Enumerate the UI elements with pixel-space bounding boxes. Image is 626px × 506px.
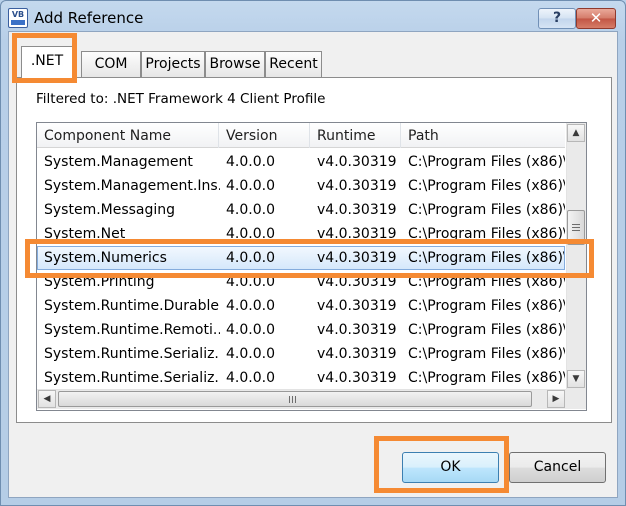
cell-runtime: v4.0.30319 bbox=[317, 298, 397, 314]
list-row[interactable]: System.Runtime.Serializ... 4.0.0.0 v4.0.… bbox=[37, 366, 565, 390]
cell-path: C:\Program Files (x86)\R bbox=[408, 370, 565, 386]
close-button[interactable]: ✕ bbox=[576, 8, 616, 29]
cell-runtime: v4.0.30319 bbox=[317, 346, 397, 362]
column-header-runtime[interactable]: Runtime bbox=[310, 123, 401, 148]
cancel-button[interactable]: Cancel bbox=[509, 452, 606, 483]
horizontal-scroll-thumb[interactable] bbox=[58, 391, 532, 407]
highlight-selected-row bbox=[25, 239, 594, 278]
list-row[interactable]: System.Messaging 4.0.0.0 v4.0.30319 C:\P… bbox=[37, 198, 565, 222]
cell-component-name: System.Management.Ins... bbox=[44, 178, 220, 194]
scroll-down-icon[interactable]: ▼ bbox=[567, 370, 585, 388]
cell-path: C:\Program Files (x86)\R bbox=[408, 346, 565, 362]
column-header-version[interactable]: Version bbox=[219, 123, 310, 148]
list-row[interactable]: System.Runtime.Remoti... 4.0.0.0 v4.0.30… bbox=[37, 318, 565, 342]
cell-path: C:\Program Files (x86)\R bbox=[408, 322, 565, 338]
cell-runtime: v4.0.30319 bbox=[317, 178, 397, 194]
scroll-left-icon[interactable]: ◀ bbox=[38, 390, 56, 408]
column-header-component-name[interactable]: Component Name bbox=[37, 123, 219, 148]
cell-runtime: v4.0.30319 bbox=[317, 322, 397, 338]
cell-version: 4.0.0.0 bbox=[226, 322, 275, 338]
cell-version: 4.0.0.0 bbox=[226, 346, 275, 362]
list-header: Component Name Version Runtime Path bbox=[37, 123, 565, 148]
cell-path: C:\Program Files (x86)\R bbox=[408, 178, 565, 194]
cell-runtime: v4.0.30319 bbox=[317, 370, 397, 386]
app-icon-text: VB bbox=[11, 10, 25, 19]
cell-component-name: System.Runtime.Remoti... bbox=[44, 322, 220, 338]
tab-projects[interactable]: Projects bbox=[141, 51, 205, 77]
cell-version: 4.0.0.0 bbox=[226, 298, 275, 314]
cell-component-name: System.Messaging bbox=[44, 202, 176, 218]
cell-path: C:\Program Files (x86)\R bbox=[408, 202, 565, 218]
tab-recent[interactable]: Recent bbox=[265, 51, 322, 77]
scroll-right-icon[interactable]: ▶ bbox=[547, 390, 565, 408]
cell-runtime: v4.0.30319 bbox=[317, 154, 397, 170]
column-header-path[interactable]: Path bbox=[401, 123, 565, 148]
cell-version: 4.0.0.0 bbox=[226, 154, 275, 170]
cell-version: 4.0.0.0 bbox=[226, 370, 275, 386]
window-title: Add Reference bbox=[34, 9, 144, 27]
list-row[interactable]: System.Runtime.Serializ... 4.0.0.0 v4.0.… bbox=[37, 342, 565, 366]
tab-com[interactable]: COM bbox=[81, 51, 141, 77]
list-row[interactable]: System.Runtime.Durable... 4.0.0.0 v4.0.3… bbox=[37, 294, 565, 318]
cell-component-name: System.Runtime.Serializ... bbox=[44, 346, 220, 362]
cell-runtime: v4.0.30319 bbox=[317, 202, 397, 218]
cell-component-name: System.Runtime.Durable... bbox=[44, 298, 220, 314]
help-button[interactable]: ? bbox=[538, 8, 576, 29]
scrollbar-corner bbox=[566, 389, 586, 409]
tab-browse[interactable]: Browse bbox=[205, 51, 265, 77]
cell-component-name: System.Runtime.Serializ... bbox=[44, 370, 220, 386]
cell-version: 4.0.0.0 bbox=[226, 178, 275, 194]
cell-path: C:\Program Files (x86)\R bbox=[408, 298, 565, 314]
cell-component-name: System.Management bbox=[44, 154, 193, 170]
scroll-up-icon[interactable]: ▲ bbox=[567, 124, 585, 142]
highlight-net-tab bbox=[12, 33, 77, 83]
highlight-ok-button bbox=[374, 436, 509, 493]
cell-version: 4.0.0.0 bbox=[226, 202, 275, 218]
app-icon: VB bbox=[8, 8, 28, 28]
cell-path: C:\Program Files (x86)\R bbox=[408, 154, 565, 170]
filter-label: Filtered to: .NET Framework 4 Client Pro… bbox=[36, 91, 326, 107]
list-row[interactable]: System.Management 4.0.0.0 v4.0.30319 C:\… bbox=[37, 150, 565, 174]
list-row[interactable]: System.Management.Ins... 4.0.0.0 v4.0.30… bbox=[37, 174, 565, 198]
